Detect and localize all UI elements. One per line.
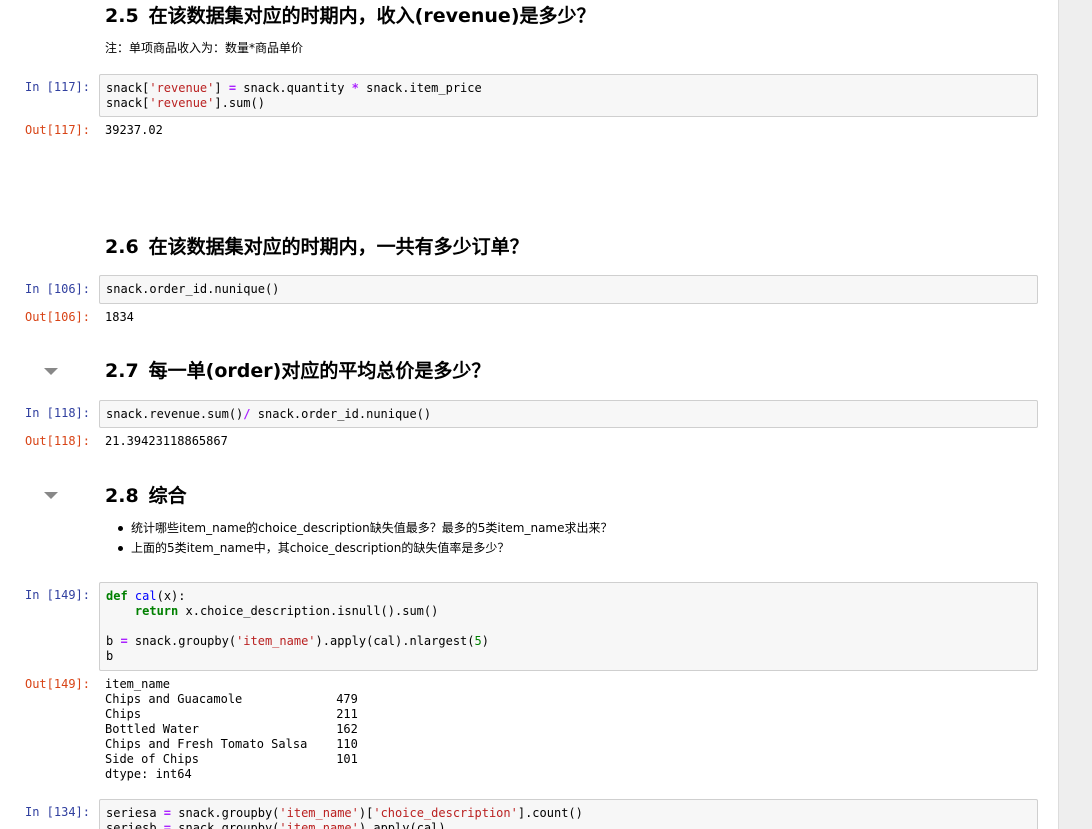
list-item: 上面的5类item_name中，其choice_description的缺失值率… <box>115 538 613 558</box>
cell-output-line: Chips and Guacamole 479 <box>105 692 358 706</box>
output-prompt: Out[117]: <box>24 123 90 137</box>
code-cell-149[interactable]: def cal(x): return x.choice_description.… <box>99 582 1038 671</box>
code-line: b <box>106 649 114 663</box>
section-title: 在该数据集对应的时期内，收入(revenue)是多少？ <box>148 5 596 27</box>
cell-output: 21.39423118865867 <box>105 434 228 448</box>
scrollbar[interactable] <box>1058 0 1092 829</box>
section-number: 2.8 <box>105 485 139 507</box>
code-line: snack['revenue'].sum() <box>106 96 265 110</box>
section-number: 2.6 <box>105 236 139 258</box>
bullet-list: 统计哪些item_name的choice_description缺失值最多？最多… <box>115 518 613 558</box>
cell-output-line: Bottled Water 162 <box>105 722 358 736</box>
output-prompt: Out[149]: <box>24 677 90 691</box>
section-heading-2-8: 2.8 综合 <box>105 484 187 508</box>
code-line: seriesa = snack.groupby('item_name')['ch… <box>106 806 583 820</box>
code-line: snack.revenue.sum()/ snack.order_id.nuni… <box>106 407 432 421</box>
section-heading-2-5: 2.5 在该数据集对应的时期内，收入(revenue)是多少？ <box>105 4 596 28</box>
section-title: 每一单(order)对应的平均总价是多少？ <box>148 360 491 382</box>
cell-output-line: Chips and Fresh Tomato Salsa 110 <box>105 737 358 751</box>
code-line: b = snack.groupby('item_name').apply(cal… <box>106 634 489 648</box>
collapse-triangle-icon[interactable] <box>44 492 58 499</box>
section-number: 2.7 <box>105 360 139 382</box>
cell-output: 1834 <box>105 310 134 324</box>
input-prompt: In [118]: <box>24 406 90 420</box>
output-prompt: Out[106]: <box>24 310 90 324</box>
cell-output-line: dtype: int64 <box>105 767 192 781</box>
section-number: 2.5 <box>105 5 139 27</box>
code-cell-134[interactable]: seriesa = snack.groupby('item_name')['ch… <box>99 799 1038 829</box>
cell-output: 39237.02 <box>105 123 163 137</box>
list-item: 统计哪些item_name的choice_description缺失值最多？最多… <box>115 518 613 538</box>
section-title: 综合 <box>148 485 187 507</box>
section-heading-2-7: 2.7 每一单(order)对应的平均总价是多少？ <box>105 359 490 383</box>
section-heading-2-6: 2.6 在该数据集对应的时期内，一共有多少订单？ <box>105 235 529 259</box>
output-prompt: Out[118]: <box>24 434 90 448</box>
input-prompt: In [117]: <box>24 80 90 94</box>
code-cell-106[interactable]: snack.order_id.nunique() <box>99 275 1038 304</box>
input-prompt: In [134]: <box>24 805 90 819</box>
input-prompt: In [106]: <box>24 282 90 296</box>
code-line: snack.order_id.nunique() <box>106 282 280 296</box>
code-cell-118[interactable]: snack.revenue.sum()/ snack.order_id.nuni… <box>99 400 1038 428</box>
notebook-area: 2.5 在该数据集对应的时期内，收入(revenue)是多少？ 注：单项商品收入为… <box>0 0 1058 829</box>
code-line: return x.choice_description.isnull().sum… <box>134 604 439 618</box>
collapse-triangle-icon[interactable] <box>44 368 58 375</box>
code-cell-117[interactable]: snack['revenue'] = snack.quantity * snac… <box>99 74 1038 117</box>
cell-output-line: Chips 211 <box>105 707 358 721</box>
code-line: seriesb = snack.groupby('item_name').app… <box>106 821 446 829</box>
code-line: snack['revenue'] = snack.quantity * snac… <box>106 81 482 95</box>
code-line: def cal(x): <box>106 589 186 603</box>
section-note: 注：单项商品收入为：数量*商品单价 <box>105 41 304 55</box>
cell-output-line: item_name <box>105 677 171 691</box>
cell-output-line: Side of Chips 101 <box>105 752 358 766</box>
section-title: 在该数据集对应的时期内，一共有多少订单？ <box>148 236 529 258</box>
input-prompt: In [149]: <box>24 588 90 602</box>
